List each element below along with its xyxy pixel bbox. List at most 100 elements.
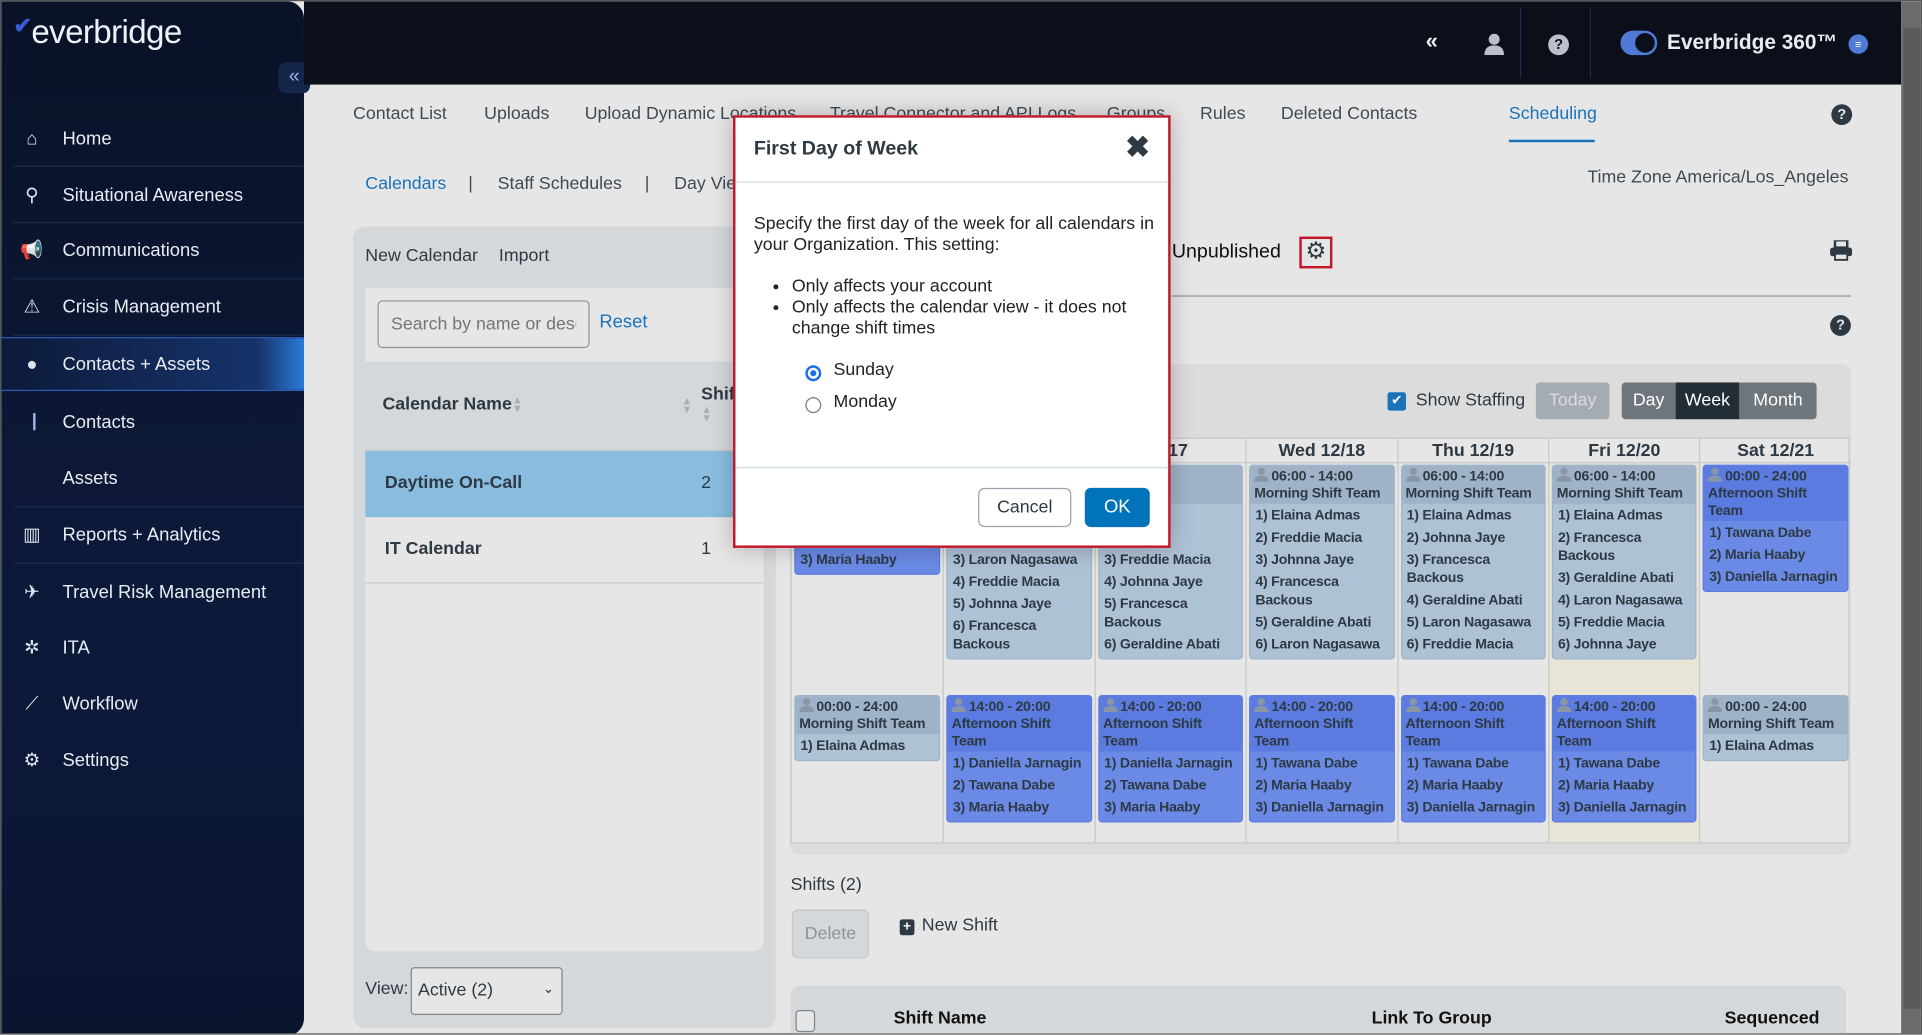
monday-radio[interactable]	[805, 397, 822, 414]
sidebar-item-assets[interactable]: Assets	[1, 451, 304, 505]
column-link-to-group[interactable]: Link To Group	[1372, 1009, 1492, 1029]
tab-scheduling[interactable]: Scheduling	[1509, 104, 1597, 124]
chat-icon[interactable]: ≡	[1848, 34, 1869, 54]
sidebar-item-travel-risk-management[interactable]: ✈ Travel Risk Management	[1, 565, 304, 619]
week-view-button[interactable]: Week	[1675, 382, 1740, 420]
shift-member: 5) Geraldine Abati	[1255, 615, 1372, 631]
sidebar-item-crisis-management[interactable]: ⚠ Crisis Management	[1, 279, 304, 333]
show-staffing-checkbox[interactable]: ✔	[1387, 392, 1406, 411]
shift-card[interactable]: 14:00 - 20:00 Afternoon Shift Team 1) Tawa…	[1551, 695, 1697, 823]
scrollbar[interactable]	[1901, 1, 1921, 1034]
shift-member: 3) Francesca Backous	[1406, 552, 1491, 586]
column-shifts[interactable]: Shif ▲ ▼	[701, 385, 735, 424]
monday-label[interactable]: Monday	[834, 392, 897, 412]
subnav-staff-schedules[interactable]: Staff Schedules	[498, 174, 622, 194]
tab-rules[interactable]: Rules	[1200, 104, 1245, 124]
sunday-radio[interactable]	[805, 365, 822, 382]
tab-deleted-contacts[interactable]: Deleted Contacts	[1281, 104, 1417, 124]
shift-card[interactable]: 06:00 - 14:00 Morning Shift Team 1) Elaina…	[1551, 464, 1697, 660]
calendar-row[interactable]: IT Calendar 1	[365, 517, 764, 584]
person-icon	[1707, 697, 1723, 713]
day-view-button[interactable]: Day	[1621, 382, 1676, 420]
day-column: Wed 12/18 06:00 - 14:00 Morning Shift Team…	[1245, 438, 1397, 843]
subnav-day-view[interactable]: Day Vie	[674, 174, 736, 194]
month-view-button[interactable]: Month	[1739, 382, 1817, 420]
shift-member: 5) Laron Nagasawa	[1406, 615, 1532, 631]
help-icon[interactable]: ?	[1831, 104, 1853, 126]
column-calendar-name[interactable]: Calendar Name▲ ▼	[382, 394, 522, 414]
new-calendar-button[interactable]: New Calendar	[365, 246, 478, 266]
shift-member: 3) Daniella Jarnagin	[1709, 569, 1838, 585]
shift-member: 5) Freddie Macia	[1557, 615, 1665, 631]
shift-header: 00:00 - 24:00 Morning Shift Team	[1704, 696, 1847, 735]
delete-button[interactable]: Delete	[791, 909, 870, 959]
shift-header: 06:00 - 14:00 Morning Shift Team	[1250, 465, 1394, 504]
sort-icon[interactable]: ▲ ▼	[682, 395, 693, 415]
sidebar-item-label: Travel Risk Management	[62, 581, 267, 603]
chart-line-icon: ⟋	[25, 693, 39, 715]
sidebar-item-home[interactable]: ⌂ Home	[1, 112, 304, 166]
sidebar-item-situational-awareness[interactable]: ⚲ Situational Awareness	[1, 168, 304, 222]
home-icon: ⌂	[26, 128, 38, 149]
shift-member: 4) Geraldine Abati	[1406, 593, 1523, 608]
shift-member: 6) Francesca Backous	[952, 619, 1037, 653]
shift-card[interactable]: 00:00 - 24:00 Afternoon Shift Team 1) Tawa…	[1703, 464, 1849, 593]
new-shift-button[interactable]: + New Shift	[899, 916, 998, 936]
help-icon[interactable]: ?	[1830, 315, 1851, 336]
sunday-label[interactable]: Sunday	[834, 360, 894, 380]
person-icon	[1556, 467, 1572, 482]
shift-card[interactable]: 14:00 - 20:00 Afternoon Shift Team 1) Tawa…	[1249, 695, 1395, 823]
ok-button[interactable]: OK	[1084, 487, 1150, 528]
bullet-item: Only affects your account	[792, 277, 1160, 298]
shift-member: 6) Freddie Macia	[1406, 637, 1514, 653]
print-icon[interactable]	[1830, 239, 1853, 267]
status-label: Unpublished	[1171, 241, 1281, 263]
sidebar-item-contacts-assets[interactable]: ● Contacts + Assets	[1, 337, 304, 392]
shift-member: 1) Tawana Dabe	[1557, 756, 1661, 772]
shift-card[interactable]: 14:00 - 20:00 Afternoon Shift Team 1) Dani…	[946, 695, 1092, 823]
view-select[interactable]: Active (2) ⌄	[410, 967, 563, 1015]
shift-card[interactable]: 00:00 - 24:00 Morning Shift Team 1) Elaina…	[794, 695, 941, 762]
shift-card[interactable]: 00:00 - 24:00 Morning Shift Team 1) Elaina…	[1703, 695, 1849, 762]
shift-member: 1) Elaina Admas	[1709, 739, 1814, 754]
calendar-row[interactable]: Daytime On-Call 2	[365, 451, 764, 518]
subnav-calendars[interactable]: Calendars	[365, 174, 446, 194]
shift-card[interactable]: 14:00 - 20:00 Afternoon Shift Team 1) Dani…	[1098, 695, 1244, 823]
sidebar-item-contacts[interactable]: Contacts	[1, 395, 304, 449]
help-icon[interactable]: ?	[1548, 34, 1569, 56]
shift-card[interactable]: 06:00 - 14:00 Morning Shift Team 1) Elaina…	[1249, 464, 1395, 660]
shift-card[interactable]: 06:00 - 14:00 Morning Shift Team 1) Elaina…	[1400, 464, 1546, 660]
sidebar-item-ita[interactable]: ✲ ITA	[1, 620, 304, 674]
day-header: Fri 12/20	[1549, 438, 1700, 464]
import-button[interactable]: Import	[499, 246, 549, 266]
collapse-all-icon[interactable]: «	[1426, 28, 1438, 54]
person-icon	[1405, 467, 1421, 482]
plus-icon: +	[899, 919, 915, 936]
select-all-checkbox[interactable]	[795, 1010, 816, 1033]
close-icon[interactable]: ✖	[1125, 130, 1150, 166]
sidebar-item-communications[interactable]: 📢 Communications	[1, 223, 304, 277]
user-icon[interactable]	[1484, 33, 1505, 61]
tab-uploads[interactable]: Uploads	[484, 104, 549, 124]
cancel-button[interactable]: Cancel	[978, 487, 1072, 528]
reset-link[interactable]: Reset	[599, 311, 647, 332]
everbridge-360-toggle[interactable]	[1620, 30, 1658, 56]
gear-icon[interactable]: ⚙	[1299, 236, 1333, 269]
sidebar-item-reports-analytics[interactable]: ▥ Reports + Analytics	[1, 507, 304, 561]
shift-card[interactable]: 14:00 - 20:00 Afternoon Shift Team 1) Tawa…	[1400, 695, 1546, 823]
sidebar-item-settings[interactable]: ⚙ Settings	[1, 733, 304, 787]
everbridge-logo[interactable]: ✔everbridge	[13, 13, 182, 51]
search-input[interactable]	[377, 300, 590, 349]
shift-member: 3) Laron Nagasawa	[952, 552, 1078, 568]
column-shift-name[interactable]: Shift Name	[894, 1009, 987, 1029]
sidebar-item-label: ITA	[62, 636, 90, 658]
day-header: Sat 12/21	[1700, 439, 1851, 464]
megaphone-icon: 📢	[20, 240, 44, 262]
column-sequenced[interactable]: Sequenced	[1725, 1009, 1820, 1029]
tab-contact-list[interactable]: Contact List	[353, 104, 447, 124]
sidebar-item-workflow[interactable]: ⟋ Workflow	[1, 677, 304, 731]
shift-time: 06:00 - 14:00	[1573, 469, 1656, 485]
shift-header: 06:00 - 14:00 Morning Shift Team	[1401, 465, 1545, 504]
today-button[interactable]: Today	[1535, 382, 1610, 420]
shift-time: 14:00 - 20:00	[1271, 699, 1353, 715]
